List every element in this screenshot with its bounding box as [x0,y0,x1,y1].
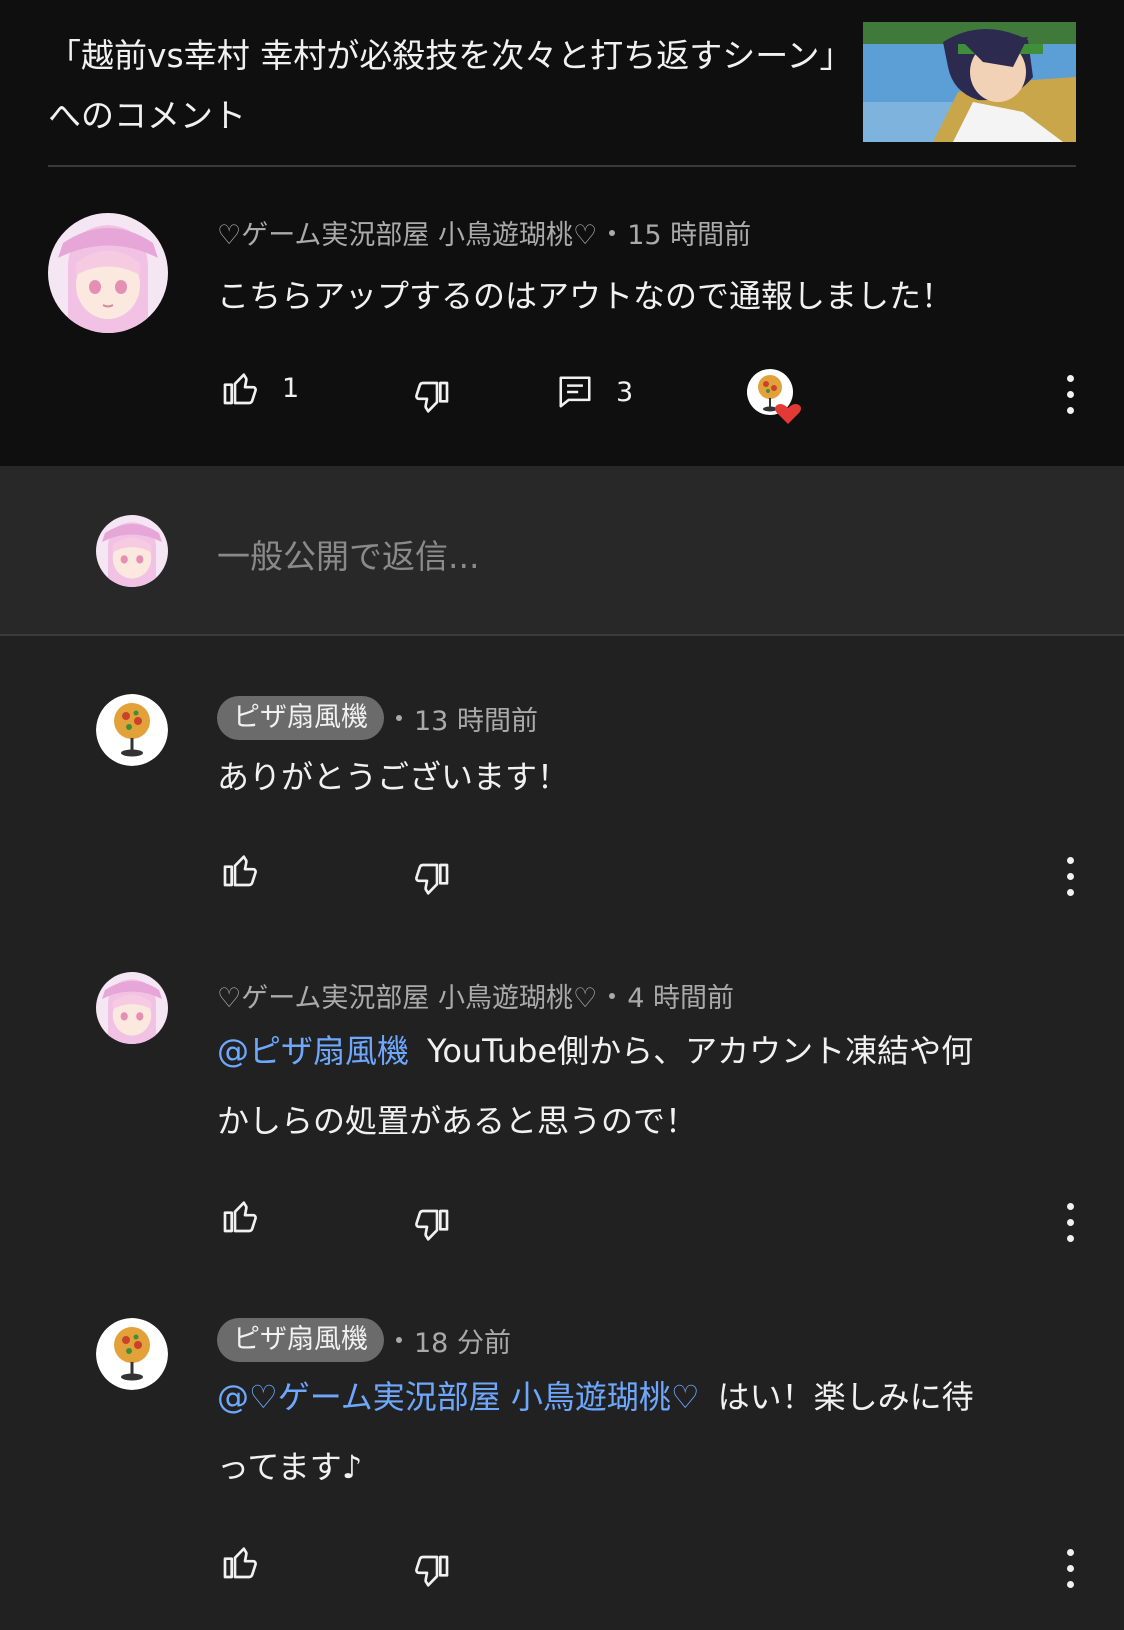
more-options-button[interactable] [1060,375,1080,417]
reply-text: @ピザ扇風機 YouTube側から、アカウント凍結や何 かしらの処置があると思うの… [217,1016,1097,1156]
separator-dot [396,715,402,721]
reply-text: @♡ゲーム実況部屋 小鳥遊瑚桃♡ はい！楽しみに待 ってます♪ [217,1362,1097,1502]
reply-text: ありがとうございます！ [217,758,570,796]
thumbnail-image [863,22,1076,142]
avatar[interactable] [96,1318,168,1390]
comment-icon [559,376,591,408]
reply-input[interactable]: 一般公開で返信... [217,530,479,578]
more-vert-icon [1066,857,1074,864]
thumbs-up-icon [223,855,257,887]
thumbs-down-icon [415,381,449,413]
avatar[interactable] [96,694,168,766]
like-count: 1 [282,372,300,404]
reply-box [0,466,1124,634]
like-button[interactable] [220,1542,260,1582]
creator-heart-badge [746,368,804,426]
mention-link[interactable]: @♡ゲーム実況部屋 小鳥遊瑚桃♡ [217,1378,700,1416]
reply-time[interactable]: 18 分前 [414,1321,511,1360]
video-thumbnail[interactable] [863,22,1076,142]
dislike-button[interactable] [412,378,452,418]
mention-link[interactable]: @ピザ扇風機 [217,1032,409,1070]
thumbs-down-icon [415,863,449,895]
reply-divider [0,634,1124,636]
reply-text-line: かしらの処置があると思うので！ [217,1102,698,1140]
separator-dot [609,992,616,999]
like-button[interactable]: 1 [220,368,299,408]
comment-meta: ♡ゲーム実況部屋 小鳥遊瑚桃♡ 15 時間前 [217,213,751,252]
reply-count-button[interactable]: 3 [556,372,633,412]
comment-author[interactable]: ♡ゲーム実況部屋 小鳥遊瑚桃♡ [217,213,597,252]
reply-text-line: はい！楽しみに待 [717,1378,974,1416]
avatar[interactable] [96,972,168,1044]
dislike-button[interactable] [412,1552,452,1592]
separator-dot [396,1337,402,1343]
more-vert-icon [1066,1203,1074,1210]
more-vert-icon [1066,375,1074,382]
like-button[interactable] [220,850,260,890]
my-avatar [96,515,168,587]
comment-text: こちらアップするのはアウトなので通報しました！ [217,277,954,315]
more-options-button[interactable] [1060,857,1080,899]
more-options-button[interactable] [1060,1549,1080,1591]
avatar[interactable] [48,213,168,333]
reply-meta: ♡ゲーム実況部屋 小鳥遊瑚桃♡ 4 時間前 [217,976,734,1015]
dislike-button[interactable] [412,860,452,900]
thumbs-down-icon [415,1209,449,1241]
page-title: 「越前vs幸村 幸村が必殺技を次々と打ち返すシーン」へのコメント [48,36,837,135]
more-vert-icon [1066,1549,1074,1556]
reply-meta: ピザ扇風機 18 分前 [217,1318,511,1362]
header-divider [48,165,1076,167]
author-chip[interactable]: ピザ扇風機 [217,696,384,740]
more-options-button[interactable] [1060,1203,1080,1245]
reply-meta: ピザ扇風機 13 時間前 [217,696,538,740]
reply-author[interactable]: ♡ゲーム実況部屋 小鳥遊瑚桃♡ [217,976,597,1015]
reply-count: 3 [616,376,634,408]
comments-header: 「越前vs幸村 幸村が必殺技を次々と打ち返すシーン」へのコメント ♡ゲーム実況部… [0,0,1124,466]
reply-text-line: YouTube側から、アカウント凍結や何 [427,1032,974,1070]
dislike-button[interactable] [412,1206,452,1246]
separator-dot [609,229,616,236]
like-button[interactable] [220,1196,260,1236]
reply-time[interactable]: 13 時間前 [414,699,538,738]
thumbs-up-icon [223,1201,257,1233]
thumbs-down-icon [415,1555,449,1587]
author-chip[interactable]: ピザ扇風機 [217,1318,384,1362]
reply-text-line: ってます♪ [217,1448,363,1486]
thumbs-up-icon [223,373,257,405]
creator-heart-icon [747,369,801,424]
comment-time[interactable]: 15 時間前 [627,213,751,252]
reply-time[interactable]: 4 時間前 [627,976,734,1015]
thumbs-up-icon [223,1547,257,1579]
